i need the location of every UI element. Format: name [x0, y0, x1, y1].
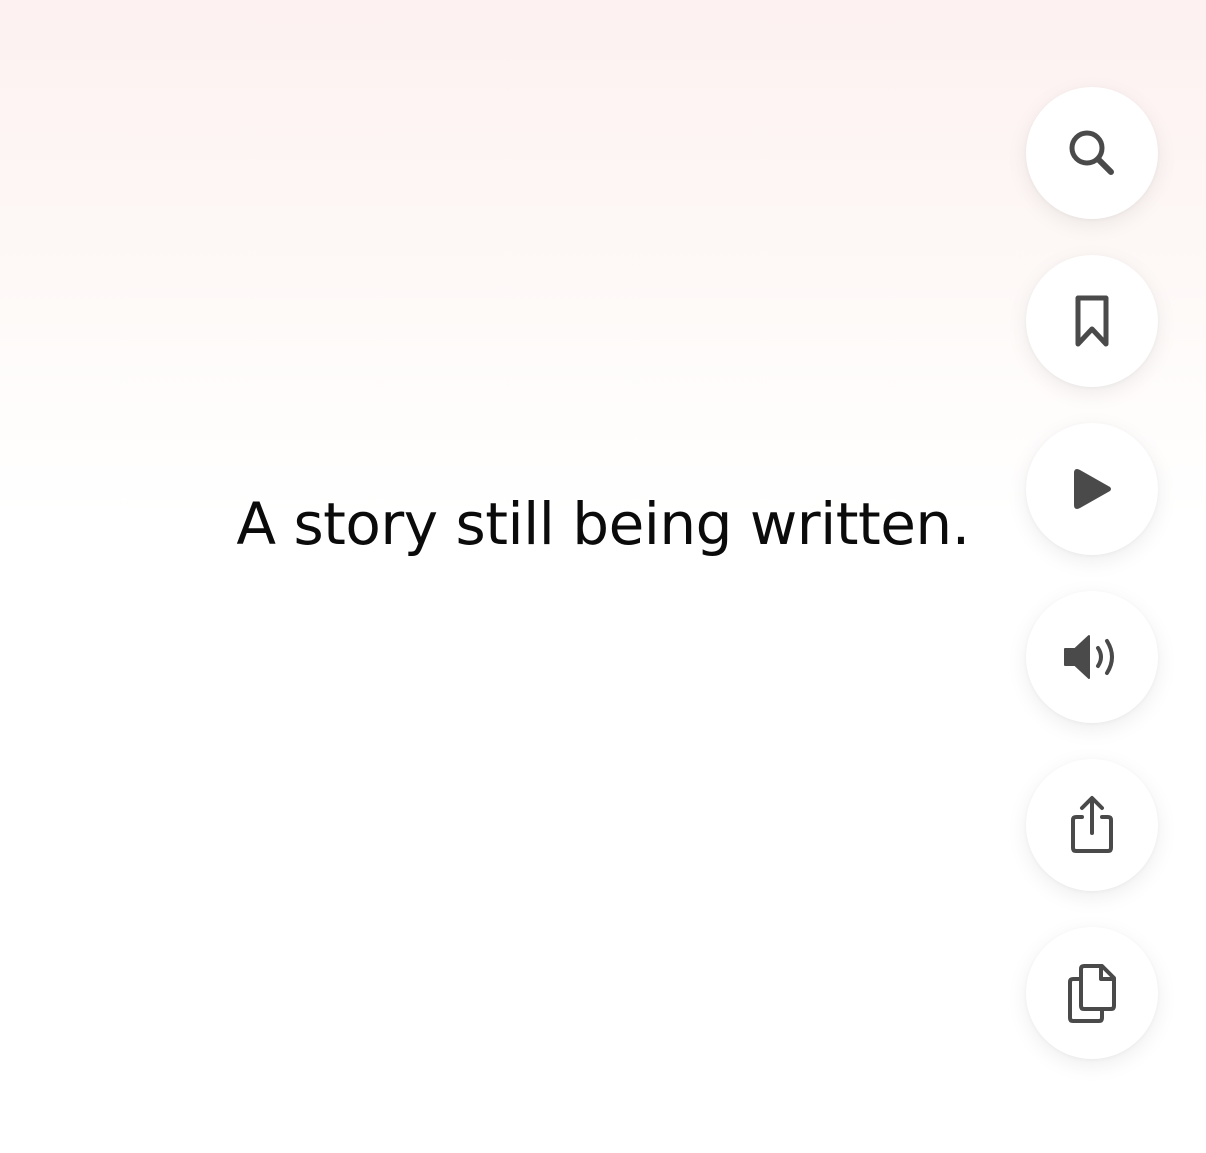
bookmark-button[interactable]: [1026, 255, 1158, 387]
play-button[interactable]: [1026, 423, 1158, 555]
share-button[interactable]: [1026, 759, 1158, 891]
search-icon: [1066, 127, 1118, 179]
copy-button[interactable]: [1026, 927, 1158, 1059]
search-button[interactable]: [1026, 87, 1158, 219]
bookmark-icon: [1072, 293, 1112, 349]
share-icon: [1068, 795, 1116, 855]
speaker-icon: [1062, 633, 1122, 681]
copy-icon: [1066, 962, 1118, 1024]
speaker-button[interactable]: [1026, 591, 1158, 723]
quote-text: A story still being written.: [236, 490, 970, 558]
play-icon: [1070, 466, 1114, 512]
